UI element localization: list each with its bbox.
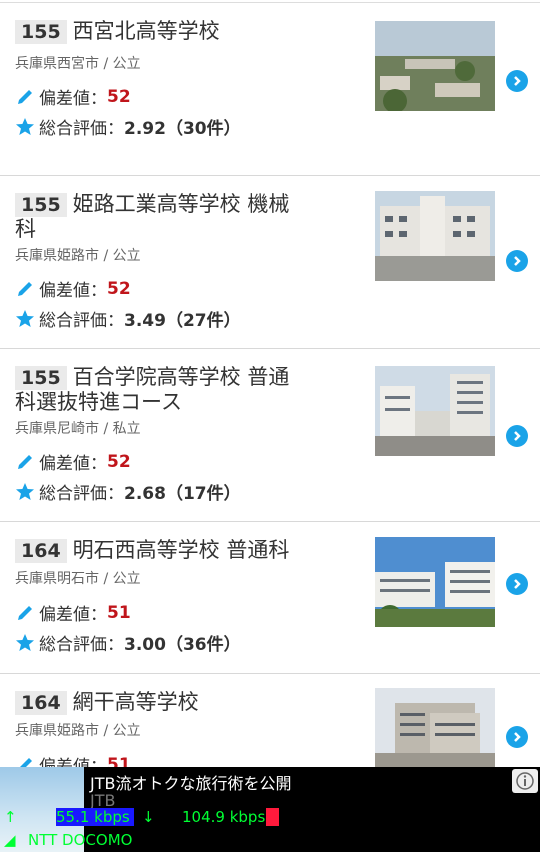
hensachi-value: 52 xyxy=(107,278,131,299)
school-location: 兵庫県西宮市 / 公立 xyxy=(15,56,141,72)
pencil-icon xyxy=(18,89,32,104)
rank-badge: 155 xyxy=(15,366,67,390)
rating-row: 総合評価： 3.00（36件） xyxy=(15,630,241,655)
chevron-right-icon[interactable] xyxy=(506,70,528,92)
rating-label: 総合評価： xyxy=(39,311,124,331)
hensachi-row: 偏差値： 51 xyxy=(15,600,131,625)
school-photo[interactable] xyxy=(375,21,495,111)
ad-info-icon[interactable] xyxy=(512,769,538,793)
chevron-right-icon[interactable] xyxy=(506,250,528,272)
download-speed: 104.9 kbps xyxy=(182,808,280,826)
chevron-right-icon[interactable] xyxy=(506,726,528,748)
hensachi-value: 52 xyxy=(107,86,131,107)
list-item[interactable]: 155 姫路工業高等学校 機械科 兵庫県姫路市 / 公立 偏差値： 52 総合評価… xyxy=(0,176,540,349)
rank-badge: 164 xyxy=(15,539,67,563)
pencil-icon xyxy=(18,605,32,620)
rating-value: 2.68（17件） xyxy=(124,484,241,504)
list-item[interactable]: 155 西宮北高等学校 兵庫県西宮市 / 公立 偏差値： 52 総合評価： 2.9… xyxy=(0,3,540,176)
hensachi-label: 偏差値： xyxy=(39,605,107,625)
school-title[interactable]: 155 姫路工業高等学校 機械科 xyxy=(15,192,305,241)
school-name: 明石西高等学校 普通科 xyxy=(72,538,290,562)
school-location: 兵庫県尼崎市 / 私立 xyxy=(15,421,141,437)
rating-label: 総合評価： xyxy=(39,635,124,655)
hensachi-row: 偏差値： 52 xyxy=(15,84,131,109)
rating-row: 総合評価： 2.92（30件） xyxy=(15,114,241,139)
hensachi-label: 偏差値： xyxy=(39,454,107,474)
rating-label: 総合評価： xyxy=(39,484,124,504)
school-title[interactable]: 155 西宮北高等学校 xyxy=(15,19,305,44)
pencil-icon xyxy=(18,281,32,296)
upload-speed: 55.1 kbps xyxy=(56,808,134,826)
hensachi-label: 偏差値： xyxy=(39,89,107,109)
school-photo[interactable] xyxy=(375,366,495,456)
school-title[interactable]: 164 明石西高等学校 普通科 xyxy=(15,538,305,563)
hensachi-value: 52 xyxy=(107,451,131,472)
rating-value: 3.00（36件） xyxy=(124,635,241,655)
chevron-right-icon[interactable] xyxy=(506,425,528,447)
chevron-right-icon[interactable] xyxy=(506,573,528,595)
list-item[interactable]: 164 明石西高等学校 普通科 兵庫県明石市 / 公立 偏差値： 51 総合評価：… xyxy=(0,522,540,674)
school-title[interactable]: 155 百合学院高等学校 普通科選抜特進コース xyxy=(15,365,305,414)
school-name: 網干高等学校 xyxy=(72,690,199,714)
school-title[interactable]: 164 網干高等学校 xyxy=(15,690,305,715)
school-list: 155 西宮北高等学校 兵庫県西宮市 / 公立 偏差値： 52 総合評価： 2.9… xyxy=(0,0,540,847)
star-icon xyxy=(16,482,34,500)
ad-title[interactable]: JTB流オトクな旅行術を公開 xyxy=(90,770,291,794)
download-arrow-icon: ↓ xyxy=(142,808,155,826)
rating-value: 2.92（30件） xyxy=(124,119,241,139)
star-icon xyxy=(16,633,34,651)
rating-row: 総合評価： 2.68（17件） xyxy=(15,479,241,504)
school-photo[interactable] xyxy=(375,537,495,627)
ad-banner[interactable]: JTB流オトクな旅行術を公開 JTB ↑ 55.1 kbps ↓ 104.9 k… xyxy=(0,767,540,852)
rating-value: 3.49（27件） xyxy=(124,311,241,331)
list-item[interactable]: 155 百合学院高等学校 普通科選抜特進コース 兵庫県尼崎市 / 私立 偏差値： … xyxy=(0,349,540,522)
school-photo[interactable] xyxy=(375,191,495,281)
rating-row: 総合評価： 3.49（27件） xyxy=(15,306,241,331)
star-icon xyxy=(16,117,34,135)
rank-badge: 155 xyxy=(15,193,67,217)
rank-badge: 155 xyxy=(15,20,67,44)
hensachi-value: 51 xyxy=(107,602,131,623)
hensachi-row: 偏差値： 52 xyxy=(15,449,131,474)
rating-label: 総合評価： xyxy=(39,119,124,139)
hensachi-label: 偏差値： xyxy=(39,281,107,301)
school-photo[interactable] xyxy=(375,688,495,778)
star-icon xyxy=(16,309,34,327)
pencil-icon xyxy=(18,454,32,469)
signal-icon: ◢ xyxy=(4,831,16,849)
upload-arrow-icon: ↑ xyxy=(4,808,17,826)
hensachi-row: 偏差値： 52 xyxy=(15,276,131,301)
school-name: 西宮北高等学校 xyxy=(72,19,220,43)
carrier-name: NTT DOCOMO xyxy=(28,831,133,849)
rank-badge: 164 xyxy=(15,691,67,715)
school-location: 兵庫県明石市 / 公立 xyxy=(15,571,141,587)
school-location: 兵庫県姫路市 / 公立 xyxy=(15,723,141,739)
school-location: 兵庫県姫路市 / 公立 xyxy=(15,248,141,264)
